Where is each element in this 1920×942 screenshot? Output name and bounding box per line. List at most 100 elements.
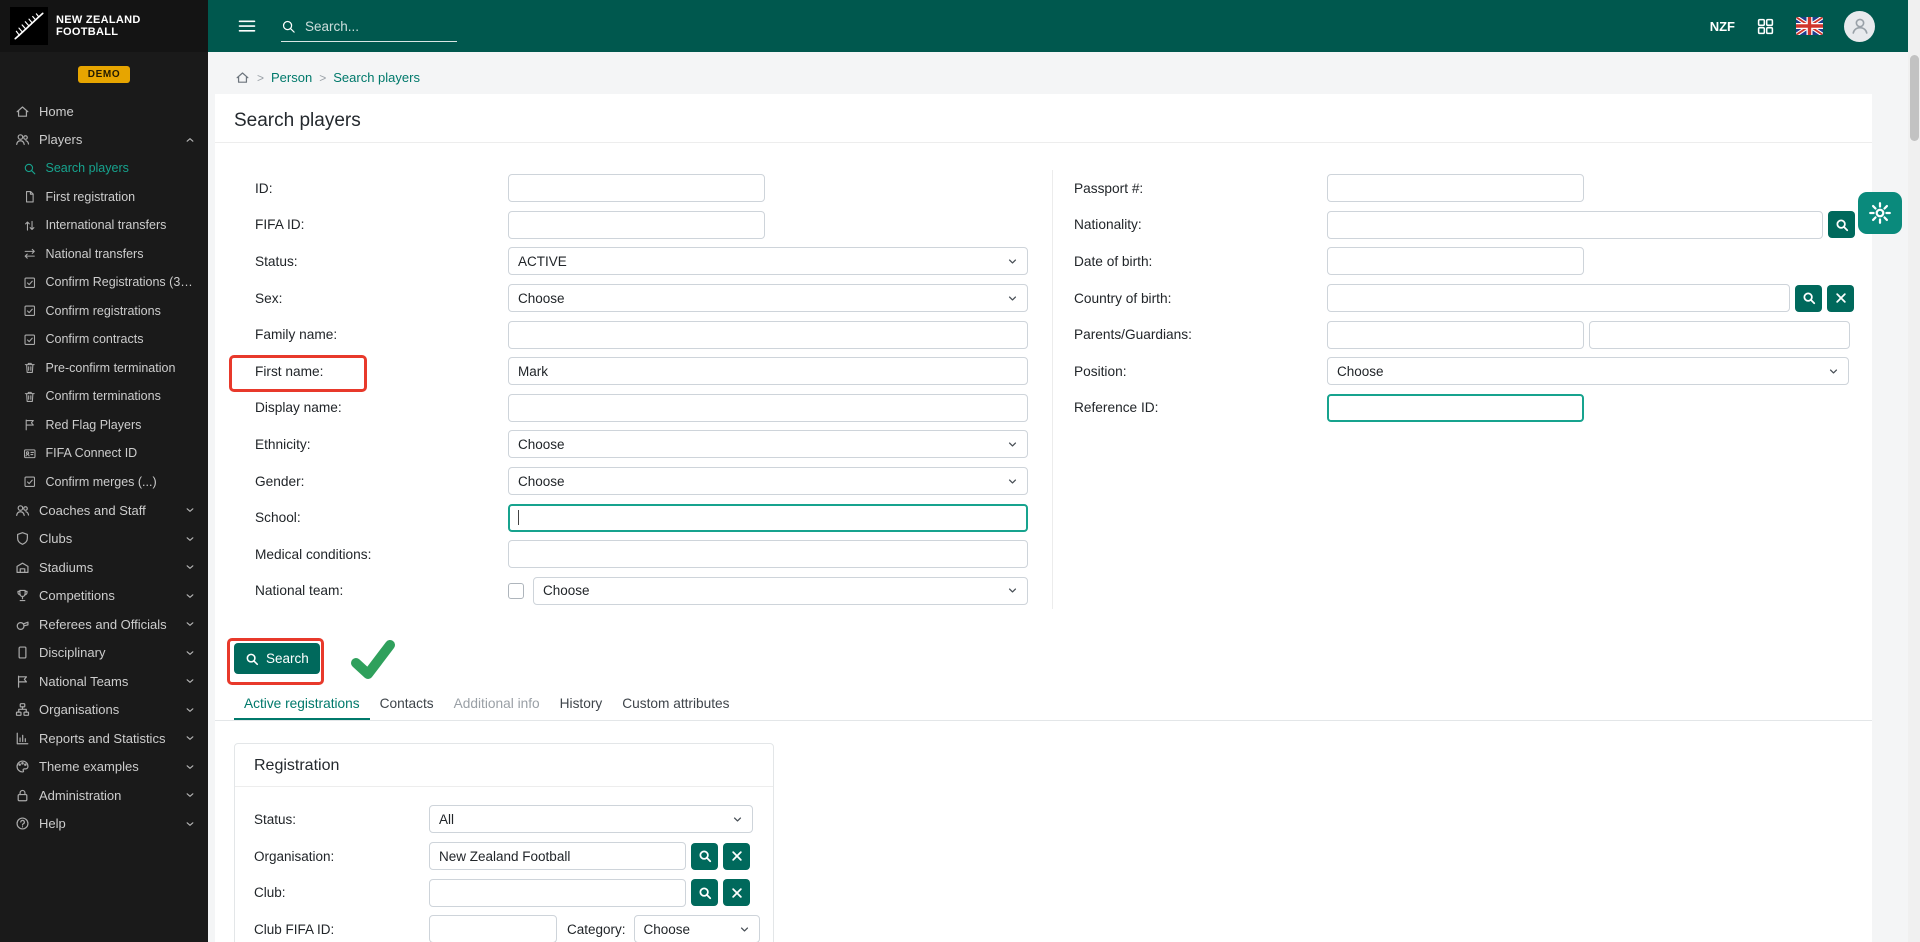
flag-icon (15, 674, 30, 689)
registration-status-select[interactable]: All (429, 805, 753, 833)
ethnicity-select[interactable]: Choose (508, 430, 1028, 458)
fifa-id-input[interactable] (508, 211, 765, 239)
home-icon (15, 104, 30, 119)
parents-guardians-input-2[interactable] (1589, 321, 1850, 349)
sidebar-item-national-transfers[interactable]: National transfers (0, 240, 208, 269)
sidebar-item-confirm-registrations-3082[interactable]: Confirm Registrations (3082) (0, 268, 208, 297)
sex-select[interactable]: Choose (508, 284, 1028, 312)
registration-organisation-input[interactable] (429, 842, 686, 870)
search-icon (23, 162, 37, 176)
parents-guardians-input-1[interactable] (1327, 321, 1584, 349)
sidebar-item-search-players[interactable]: Search players (0, 154, 208, 183)
page-title: Search players (234, 110, 1853, 132)
registration-club-clear-button[interactable] (723, 879, 750, 906)
sidebar-item-label: Confirm merges (...) (46, 475, 197, 489)
registration-club-fifa-id-input[interactable] (429, 915, 557, 942)
tab-custom-attributes[interactable]: Custom attributes (612, 695, 739, 720)
field-parents-guardians: Parents/Guardians: (1074, 316, 1872, 353)
scrollbar-thumb[interactable] (1910, 55, 1919, 141)
registration-category-select[interactable]: Choose (634, 915, 760, 942)
sidebar-item-referees-and-officials[interactable]: Referees and Officials (0, 610, 208, 639)
sidebar-item-administration[interactable]: Administration (0, 781, 208, 810)
sidebar-item-national-teams[interactable]: National Teams (0, 667, 208, 696)
gender-label: Gender: (255, 474, 508, 489)
uk-flag-icon[interactable] (1796, 17, 1823, 35)
apps-grid-button[interactable] (1756, 17, 1775, 36)
scrollbar[interactable] (1908, 0, 1920, 942)
breadcrumb-home[interactable] (235, 70, 250, 85)
sidebar-item-players[interactable]: Players (0, 126, 208, 155)
sidebar-item-first-registration[interactable]: First registration (0, 183, 208, 212)
sidebar-item-confirm-contracts[interactable]: Confirm contracts (0, 325, 208, 354)
field-date-of-birth: Date of birth: (1074, 243, 1872, 280)
country-of-birth-input[interactable] (1327, 284, 1790, 312)
swap-arrows-icon (23, 247, 37, 261)
sidebar-item-home[interactable]: Home (0, 97, 208, 126)
tab-contacts[interactable]: Contacts (370, 695, 444, 720)
menu-button[interactable] (237, 16, 257, 36)
page-header: Search players (215, 94, 1872, 143)
country-of-birth-search-button[interactable] (1795, 285, 1822, 312)
sidebar-item-disciplinary[interactable]: Disciplinary (0, 639, 208, 668)
date-of-birth-input[interactable] (1327, 247, 1584, 275)
reference-id-input[interactable] (1327, 394, 1584, 422)
tab-additional-info[interactable]: Additional info (444, 695, 550, 720)
tab-active-registrations[interactable]: Active registrations (234, 695, 370, 720)
nationality-input[interactable] (1327, 211, 1823, 239)
sidebar-item-theme-examples[interactable]: Theme examples (0, 753, 208, 782)
first-name-input[interactable] (508, 357, 1028, 385)
registration-club-search-button[interactable] (691, 879, 718, 906)
sidebar-item-international-transfers[interactable]: International transfers (0, 211, 208, 240)
search-button[interactable]: Search (234, 643, 320, 674)
registration-organisation-search-button[interactable] (691, 843, 718, 870)
sidebar-item-pre-confirm-termination[interactable]: Pre-confirm termination (0, 354, 208, 383)
family-name-input[interactable] (508, 321, 1028, 349)
sex-label: Sex: (255, 291, 508, 306)
national-team-checkbox[interactable] (508, 583, 524, 599)
medical-conditions-input[interactable] (508, 540, 1028, 568)
registration-club-input[interactable] (429, 879, 686, 907)
sidebar-item-confirm-terminations[interactable]: Confirm terminations (0, 382, 208, 411)
registration-organisation-clear-button[interactable] (723, 843, 750, 870)
chevron-down-icon (184, 504, 196, 516)
tabs: Active registrationsContactsAdditional i… (215, 695, 1872, 721)
gender-select[interactable]: Choose (508, 467, 1028, 495)
status-select[interactable]: ACTIVE (508, 247, 1028, 275)
sidebar-item-help[interactable]: Help (0, 810, 208, 839)
tab-history[interactable]: History (550, 695, 613, 720)
sidebar-item-reports-and-statistics[interactable]: Reports and Statistics (0, 724, 208, 753)
breadcrumb-person[interactable]: Person (271, 70, 312, 85)
breadcrumb-search-players[interactable]: Search players (333, 70, 420, 85)
sidebar-item-label: Coaches and Staff (39, 503, 175, 518)
country-of-birth-clear-button[interactable] (1827, 285, 1854, 312)
sidebar-item-competitions[interactable]: Competitions (0, 582, 208, 611)
passport-input[interactable] (1327, 174, 1584, 202)
school-label: School: (255, 510, 508, 525)
settings-gear-button[interactable] (1858, 192, 1902, 234)
sidebar-item-label: Reports and Statistics (39, 731, 175, 746)
topbar-search[interactable] (281, 19, 457, 42)
nationality-search-button[interactable] (1828, 211, 1855, 238)
reference-id-label: Reference ID: (1074, 400, 1327, 415)
registration-status-label: Status: (254, 812, 429, 827)
school-input[interactable] (508, 504, 1028, 532)
search-form: ID:FIFA ID:Status:ACTIVESex:ChooseFamily… (215, 143, 1872, 609)
sidebar-item-coaches-and-staff[interactable]: Coaches and Staff (0, 496, 208, 525)
sidebar-item-clubs[interactable]: Clubs (0, 525, 208, 554)
help-icon (15, 816, 30, 831)
status-label: Status: (255, 254, 508, 269)
sidebar-item-red-flag-players[interactable]: Red Flag Players (0, 411, 208, 440)
national-team-select[interactable]: Choose (533, 577, 1028, 605)
sidebar-item-stadiums[interactable]: Stadiums (0, 553, 208, 582)
sidebar-item-fifa-connect-id[interactable]: FIFA Connect ID (0, 439, 208, 468)
display-name-input[interactable] (508, 394, 1028, 422)
avatar[interactable] (1844, 11, 1875, 42)
global-search-input[interactable] (305, 19, 437, 34)
id-input[interactable] (508, 174, 765, 202)
chevron-down-icon (184, 761, 196, 773)
position-select[interactable]: Choose (1327, 357, 1849, 385)
sidebar-item-confirm-merges[interactable]: Confirm merges (...) (0, 468, 208, 497)
registration-field-club-fifa-id: Club FIFA ID:Category:Choose (254, 911, 773, 942)
sidebar-item-organisations[interactable]: Organisations (0, 696, 208, 725)
sidebar-item-confirm-registrations[interactable]: Confirm registrations (0, 297, 208, 326)
